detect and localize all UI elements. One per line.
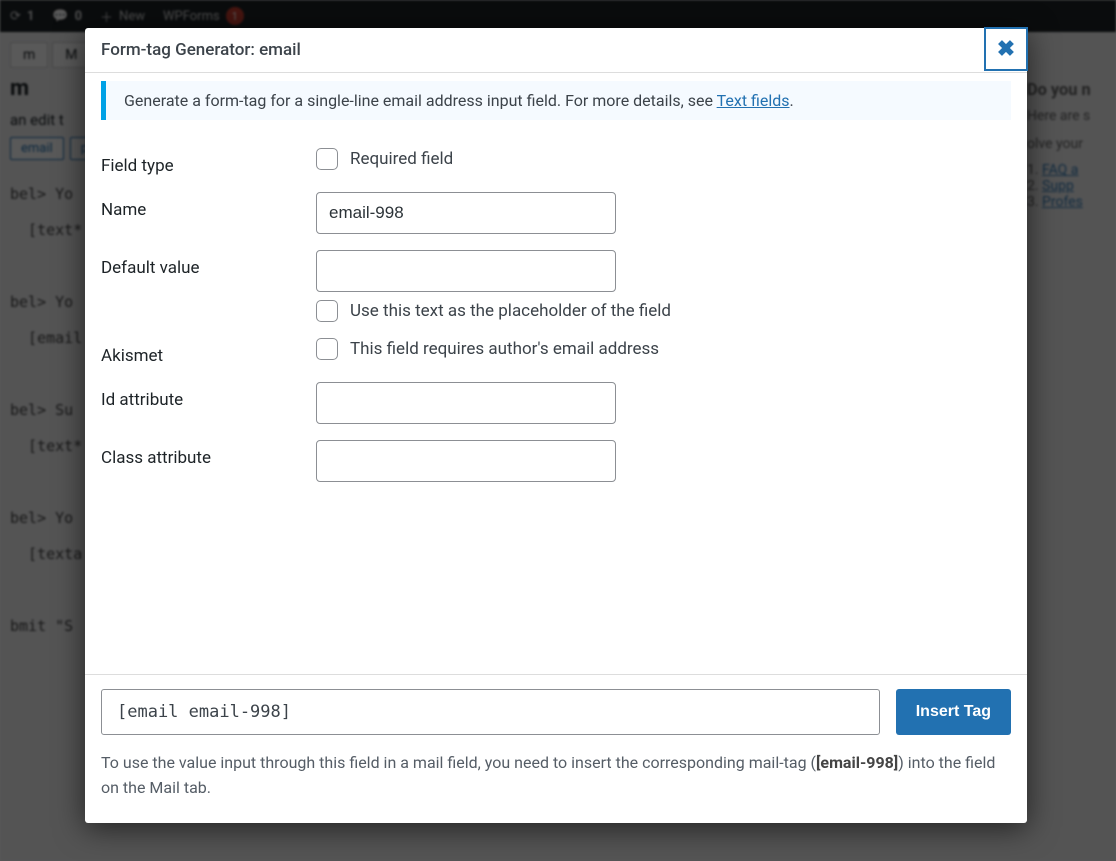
info-bar: Generate a form-tag for a single-line em… <box>101 81 1011 120</box>
required-checkbox[interactable] <box>316 148 338 170</box>
modal-header: Form-tag Generator: email ✖ <box>85 28 1027 73</box>
id-attribute-label: Id attribute <box>101 382 316 410</box>
form-tag-generator-modal: Form-tag Generator: email ✖ Generate a f… <box>85 28 1027 823</box>
id-attribute-input[interactable] <box>316 382 616 424</box>
required-checkbox-label: Required field <box>350 149 453 169</box>
text-fields-link[interactable]: Text fields <box>717 91 790 110</box>
placeholder-checkbox[interactable] <box>316 300 338 322</box>
class-attribute-input[interactable] <box>316 440 616 482</box>
default-value-label: Default value <box>101 250 316 278</box>
name-label: Name <box>101 192 316 220</box>
modal-title: Form-tag Generator: email <box>101 40 301 60</box>
mail-tag-help-text: To use the value input through this fiel… <box>101 751 1011 801</box>
close-button[interactable]: ✖ <box>985 28 1027 70</box>
placeholder-checkbox-label: Use this text as the placeholder of the … <box>350 301 671 321</box>
field-type-label: Field type <box>101 148 316 176</box>
akismet-checkbox[interactable] <box>316 338 338 360</box>
akismet-label: Akismet <box>101 338 316 366</box>
generated-tag-output[interactable] <box>101 689 880 735</box>
insert-tag-button[interactable]: Insert Tag <box>896 689 1011 735</box>
name-input[interactable] <box>316 192 616 234</box>
class-attribute-label: Class attribute <box>101 440 316 468</box>
close-icon: ✖ <box>997 37 1015 62</box>
default-value-input[interactable] <box>316 250 616 292</box>
akismet-checkbox-label: This field requires author's email addre… <box>350 339 659 359</box>
